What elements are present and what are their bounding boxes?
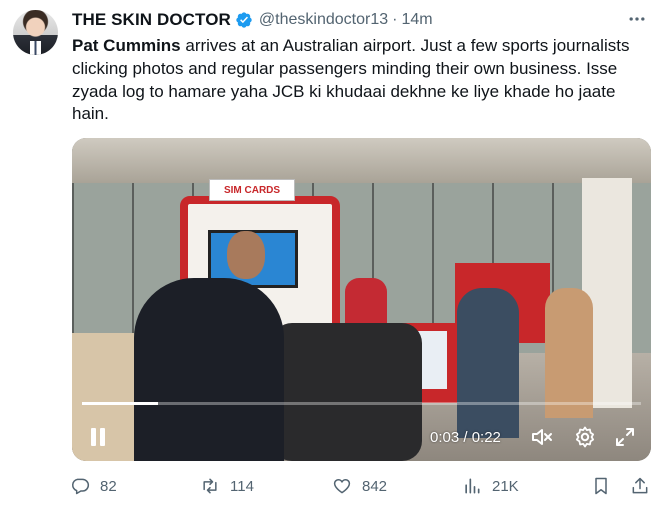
share-button[interactable]: [630, 476, 650, 496]
video-controls: 0:03 / 0:22: [72, 415, 651, 461]
repost-count: 114: [230, 477, 254, 495]
view-count: 21K: [492, 477, 519, 495]
sim-cards-sign: SIM CARDS: [209, 179, 295, 201]
fullscreen-icon[interactable]: [613, 425, 637, 449]
views-chart-icon: [465, 478, 480, 494]
reply-count: 82: [100, 477, 117, 495]
video-player[interactable]: SIM CARDS 0:03 / 0:22: [72, 138, 651, 461]
repost-icon: [203, 478, 217, 494]
bookmark-icon: [595, 477, 607, 495]
like-heart-icon: [333, 478, 351, 494]
video-time: 0:03 / 0:22: [430, 429, 501, 446]
more-icon[interactable]: [627, 9, 647, 29]
views-button[interactable]: 21K: [462, 476, 519, 496]
reply-button[interactable]: 82: [70, 476, 117, 496]
tweet-text-bold: Pat Cummins: [72, 36, 181, 55]
author-avatar[interactable]: [13, 10, 58, 55]
video-progress-bar[interactable]: [82, 402, 641, 405]
tweet-text: Pat Cummins arrives at an Australian air…: [72, 35, 652, 126]
author-name[interactable]: THE SKIN DOCTOR: [72, 10, 231, 30]
tweet-actions: 82 114 842 21K: [70, 470, 661, 506]
verified-badge-icon: [236, 12, 252, 28]
repost-button[interactable]: 114: [200, 476, 254, 496]
pause-icon[interactable]: [88, 426, 108, 448]
author-handle[interactable]: @theskindoctor13: [259, 11, 388, 29]
video-frame: SIM CARDS: [72, 138, 651, 461]
tweet-header: THE SKIN DOCTOR @theskindoctor13 · 14m: [72, 8, 661, 32]
like-count: 842: [362, 477, 388, 495]
time-separator: ·: [392, 11, 398, 28]
bookmark-button[interactable]: [591, 476, 611, 496]
video-progress-fill: [82, 402, 159, 405]
tweet-time[interactable]: 14m: [401, 11, 432, 29]
share-icon: [632, 477, 648, 494]
volume-muted-icon[interactable]: [530, 425, 554, 449]
like-button[interactable]: 842: [332, 476, 387, 496]
settings-gear-icon[interactable]: [573, 425, 597, 449]
reply-icon: [72, 478, 90, 495]
